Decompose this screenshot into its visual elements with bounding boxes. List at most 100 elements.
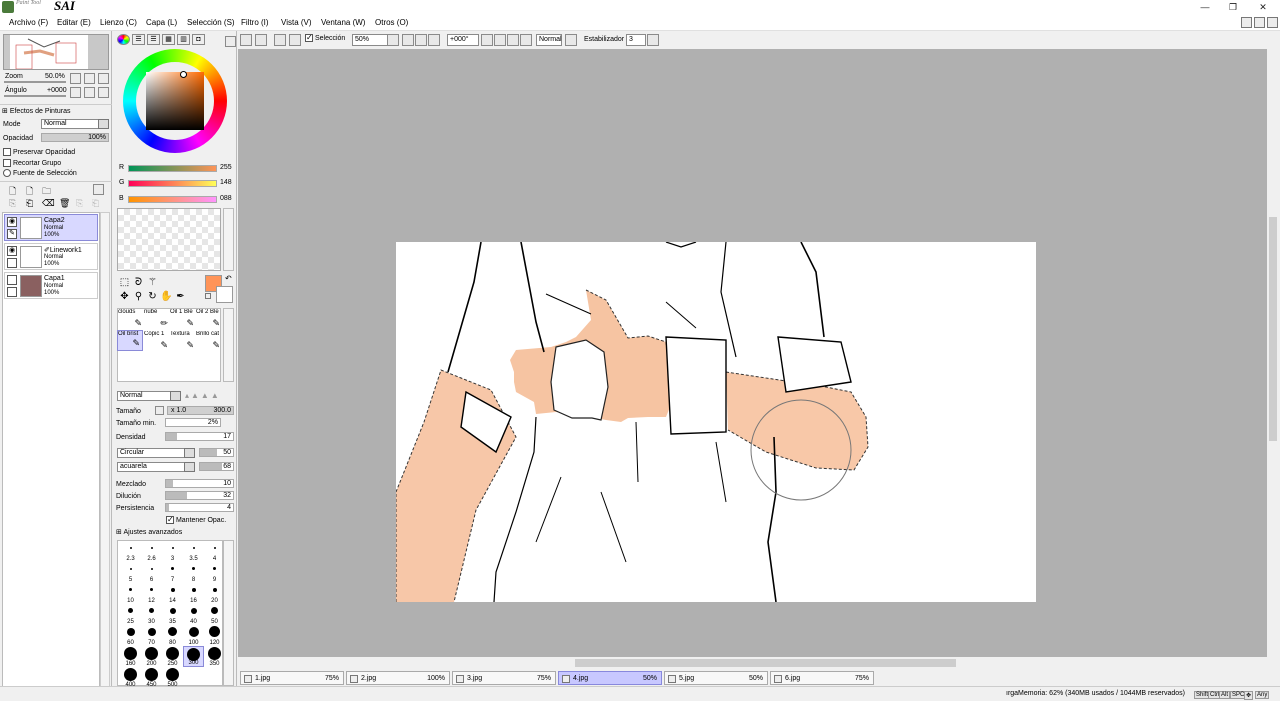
nav-zoom-in-button[interactable] [84,73,95,84]
swap-colors-icon[interactable]: ↶ [225,274,232,283]
invert-selection-button[interactable] [289,34,301,46]
texture-strength-slider[interactable]: 68 [199,462,234,471]
clear-layer-icon[interactable]: ⌫ [42,198,55,209]
brush-size-250[interactable]: 250 [162,646,183,667]
eyedropper-icon[interactable]: ✒ [174,290,187,303]
blend-mode-field[interactable]: Normal [536,34,562,46]
layer-mode-select[interactable]: Normal [41,119,101,129]
selection-source-radio[interactable] [3,169,11,177]
saturation-value-square[interactable] [146,72,204,130]
new-linework-layer-icon[interactable]: 🗋 [26,184,37,196]
file-tab-6[interactable]: 6.jpg 75% [770,671,874,685]
file-tab-1[interactable]: 1.jpg 75% [240,671,344,685]
brush-size-12[interactable]: 12 [141,583,162,604]
hsv-slider-tab[interactable]: ☰ [147,34,160,45]
paint-effects-toggle[interactable]: ⊞ Efectos de Pinturas [2,107,71,115]
menu-capa[interactable]: Capa (L) [146,18,177,27]
menu-ventana[interactable]: Ventana (W) [321,18,365,27]
brush-size-2-6[interactable]: 2.6 [141,541,162,562]
r-slider[interactable] [128,165,217,172]
scratchpad[interactable] [117,208,221,271]
visibility-eye-icon[interactable]: ◉ [7,217,17,227]
zoom-reset-button[interactable] [428,34,440,46]
brush-size-9[interactable]: 9 [204,562,225,583]
brush-brillo[interactable]: Brillo cat ✎ [196,331,222,352]
selection-toggle[interactable]: Selección [305,33,345,43]
zoom-in-button[interactable] [415,34,427,46]
brush-size-2-3[interactable]: 2.3 [120,541,141,562]
brush-oil2[interactable]: Oil 2 Ble ✎ [196,309,222,330]
advanced-settings-toggle[interactable]: ⊞ Ajustes avanzados [116,528,182,536]
brush-size-400[interactable]: 400 [120,667,141,688]
brush-shape-dropdown-button[interactable] [184,448,195,458]
zoom-dropdown-button[interactable] [387,34,399,46]
brush-size-30[interactable]: 30 [141,604,162,625]
scratchpad-scrollbar[interactable] [223,208,234,271]
transparent-color-icon[interactable] [205,293,211,299]
brush-textura[interactable]: Textura ✎ [170,331,196,352]
drawing-canvas[interactable] [396,242,1036,602]
swatches-tab[interactable]: ▦ [162,34,175,45]
magic-wand-icon[interactable]: ⚚ [146,276,159,289]
visibility-eye-icon[interactable]: ◉ [7,246,17,256]
brush-size-4[interactable]: 4 [204,541,225,562]
restore-button[interactable]: ❐ [1226,1,1240,13]
lasso-icon[interactable]: ᘐ [132,276,145,289]
rgb-slider-tab[interactable]: ☰ [132,34,145,45]
rect-select-icon[interactable]: ⬚ [118,276,131,289]
keep-opacity-checkbox[interactable] [166,515,174,525]
rotate-left-button[interactable] [481,34,493,46]
rotate-tool-icon[interactable]: ↻ [146,290,159,303]
hand-tool-icon[interactable]: ✋ [160,290,173,303]
brush-size-16[interactable]: 16 [183,583,204,604]
clip-group-toggle[interactable]: Recortar Grupo [3,159,61,167]
file-tab-5[interactable]: 5.jpg 50% [664,671,768,685]
menu-filtro[interactable]: Filtro (I) [241,18,269,27]
horizontal-scroll-thumb[interactable] [575,659,956,667]
vertical-scroll-thumb[interactable] [1269,217,1277,441]
zoom-slider[interactable] [4,81,66,83]
menu-vista[interactable]: Vista (V) [281,18,312,27]
scratchpad-tab[interactable]: ◘ [192,34,205,45]
density-slider[interactable]: 17 [165,432,234,441]
edit-lock-icon[interactable]: ✎ [7,229,17,239]
brush-size-200[interactable]: 200 [141,646,162,667]
transfer-down-icon[interactable]: ⎘ [9,198,20,209]
selection-source-toggle[interactable]: Fuente de Selección [3,169,77,177]
brush-size-500[interactable]: 500 [162,667,183,688]
menu-otros[interactable]: Otros (O) [375,18,408,27]
brush-size-10[interactable]: 10 [120,583,141,604]
close-button[interactable]: ✕ [1256,1,1270,13]
angle-slider[interactable] [4,95,66,97]
brush-size-80[interactable]: 80 [162,625,183,646]
brush-size-160[interactable]: 160 [120,646,141,667]
zoom-field[interactable]: 50% [352,34,390,46]
color-wheel-tab[interactable] [117,34,130,45]
brush-size-40[interactable]: 40 [183,604,204,625]
brush-size-50[interactable]: 50 [204,604,225,625]
nav-zoom-reset-button[interactable] [98,73,109,84]
brush-size-100[interactable]: 100 [183,625,204,646]
file-tab-3[interactable]: 3.jpg 75% [452,671,556,685]
keep-opacity-toggle[interactable]: Mantener Opac. [166,515,226,525]
persistence-slider[interactable]: 4 [165,503,234,512]
rotate-right-button[interactable] [494,34,506,46]
g-slider[interactable] [128,180,217,187]
zoom-tool-icon[interactable]: ⚲ [132,290,145,303]
new-folder-icon[interactable]: 🗀 [42,184,53,196]
brush-size-3[interactable]: 3 [162,541,183,562]
brush-clouds[interactable]: clouds ✎ [118,309,144,330]
layer-list-scrollbar[interactable] [100,212,110,687]
stabilizer-dropdown-button[interactable] [647,34,659,46]
brush-size-14[interactable]: 14 [162,583,183,604]
nav-rotate-right-button[interactable] [84,87,95,98]
brush-size-3-5[interactable]: 3.5 [183,541,204,562]
zoom-out-button[interactable] [402,34,414,46]
brush-size-6[interactable]: 6 [141,562,162,583]
deselect-button[interactable] [274,34,286,46]
merge-down-icon[interactable]: ⎗ [26,198,37,209]
move-icon[interactable]: ✥ [118,290,131,303]
layer-row-capa1[interactable]: Capa1 Normal 100% [4,272,98,299]
brush-blend-dropdown-button[interactable] [170,391,181,401]
blend-dropdown-button[interactable] [565,34,577,46]
